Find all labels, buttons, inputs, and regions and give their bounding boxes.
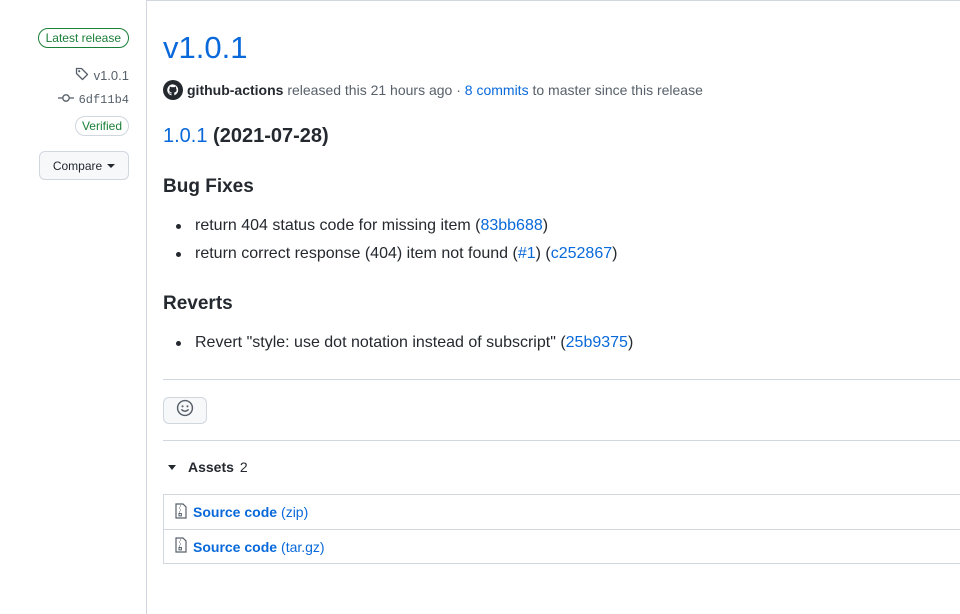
file-zip-icon: [174, 537, 188, 556]
asset-name: Source code: [193, 504, 278, 520]
asset-format: (tar.gz): [281, 538, 325, 555]
list-item: return 404 status code for missing item …: [175, 212, 617, 240]
bug-fixes-list: return 404 status code for missing item …: [163, 212, 617, 268]
version-date: (2021-07-28): [213, 125, 329, 147]
release-commit[interactable]: 6df11b4: [57, 93, 129, 107]
divider: [163, 379, 960, 380]
section-heading-bug-fixes: Bug Fixes: [163, 176, 254, 197]
assets-count: 2: [239, 459, 248, 475]
compare-label: Compare: [52, 158, 103, 173]
pr-link[interactable]: #1: [518, 245, 536, 262]
list-item: return correct response (404) item not f…: [175, 240, 617, 268]
tag-label: v1.0.1: [93, 68, 129, 83]
column-divider: [146, 0, 147, 614]
list-item: Revert "style: use dot notation instead …: [175, 329, 633, 357]
release-tag[interactable]: v1.0.1: [74, 66, 129, 85]
assets-list: Source code (zip) Source code (tar.gz): [163, 494, 960, 564]
smiley-icon: [176, 399, 194, 422]
asset-source-targz[interactable]: Source code (tar.gz): [164, 529, 960, 563]
tag-icon: [74, 66, 90, 85]
chevron-down-icon: [107, 163, 116, 168]
top-border: [146, 0, 960, 1]
commit-sha: 6df11b4: [78, 93, 129, 107]
verified-badge[interactable]: Verified: [74, 116, 129, 136]
author-link[interactable]: github-actions: [187, 82, 283, 98]
section-heading-reverts: Reverts: [163, 293, 233, 314]
released-text: released this 21 hours ago: [287, 82, 453, 98]
assets-toggle[interactable]: Assets 2: [163, 459, 248, 475]
asset-name: Source code: [193, 538, 278, 555]
commit-link[interactable]: 83bb688: [480, 217, 542, 234]
version-link[interactable]: 1.0.1: [163, 125, 207, 147]
triangle-down-icon: [168, 464, 176, 470]
commit-link[interactable]: c252867: [551, 245, 612, 262]
reverts-list: Revert "style: use dot notation instead …: [163, 329, 633, 357]
version-heading: 1.0.1 (2021-07-28): [163, 125, 329, 148]
add-reaction-button[interactable]: [163, 397, 207, 424]
divider: [163, 440, 960, 441]
git-commit-icon: [57, 93, 74, 107]
commit-link[interactable]: 25b9375: [566, 334, 628, 351]
assets-label: Assets: [188, 459, 234, 475]
avatar[interactable]: [163, 80, 183, 100]
file-zip-icon: [174, 502, 188, 522]
commits-link[interactable]: 8 commits: [465, 82, 529, 98]
release-title[interactable]: v1.0.1: [163, 30, 247, 66]
asset-source-zip[interactable]: Source code (zip): [164, 495, 960, 529]
commits-suffix: to master since this release: [532, 82, 703, 98]
latest-release-badge: Latest release: [37, 28, 129, 48]
asset-format: (zip): [281, 504, 309, 520]
release-meta: github-actions released this 21 hours ag…: [163, 80, 703, 100]
release-sidebar: Latest release v1.0.1 6df11b4 Verified C…: [0, 0, 146, 614]
compare-button[interactable]: Compare: [39, 151, 129, 180]
